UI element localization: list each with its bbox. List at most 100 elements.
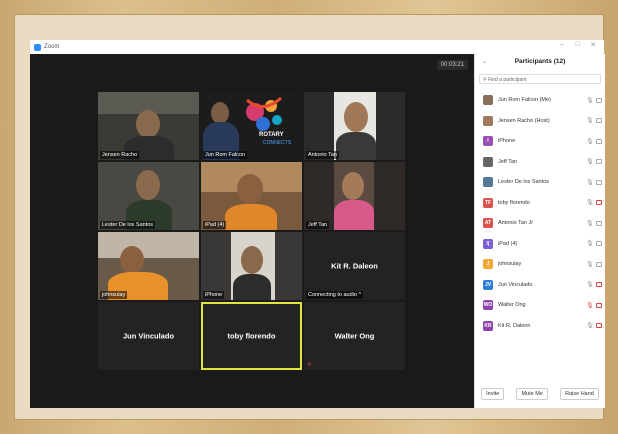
invite-button[interactable]: Invite: [481, 388, 505, 400]
gallery-view: 00:03:21 Jensen Racho ROTARY CONNECTS Ju…: [30, 54, 474, 408]
avatar: JV: [483, 279, 493, 290]
person-head: [211, 102, 229, 124]
avatar: J: [483, 259, 493, 270]
video-tile[interactable]: Jensen Racho: [98, 92, 199, 160]
participant-name: Walter Ong: [498, 302, 526, 309]
person-head: [344, 102, 368, 132]
camera-icon[interactable]: [596, 261, 602, 267]
mic-muted-icon: ✕: [307, 362, 313, 368]
maximize-icon[interactable]: □: [576, 41, 580, 48]
participant-name-label: iPad (4): [203, 221, 227, 229]
microphone-icon[interactable]: 🎙: [586, 281, 594, 288]
participant-name: toby florendo: [498, 199, 530, 206]
microphone-icon[interactable]: 🎙: [586, 220, 594, 227]
participant-name: Jeff Tan: [498, 158, 518, 165]
microphone-icon[interactable]: 🎙: [586, 158, 594, 165]
person-head: [342, 172, 364, 200]
participant-name: Antonio Tan Jr: [498, 220, 534, 227]
camera-icon[interactable]: [596, 138, 602, 144]
minimize-icon[interactable]: –: [560, 41, 564, 48]
participant-row[interactable]: I(iPad (4) 🎙: [475, 234, 605, 255]
raise-hand-button[interactable]: Raise Hand: [560, 388, 599, 400]
person-head: [120, 246, 144, 274]
logo-subtext: CONNECTS: [263, 140, 292, 146]
microphone-icon[interactable]: 🎙: [586, 261, 594, 268]
video-tile[interactable]: Jun Vinculado: [98, 302, 199, 370]
camera-icon[interactable]: [596, 118, 602, 124]
avatar: [483, 95, 493, 106]
close-icon[interactable]: ✕: [590, 41, 596, 49]
participant-row[interactable]: Jjohnsulay 🎙: [475, 254, 605, 275]
participant-row[interactable]: Lester De los Santos 🎙: [475, 172, 605, 193]
participant-row[interactable]: IiPhone 🎙: [475, 131, 605, 152]
participant-search-input[interactable]: ⚲ Find a participant: [479, 74, 601, 84]
avatar: KR: [483, 320, 493, 331]
person-body: [336, 132, 376, 160]
person-body: [233, 274, 271, 300]
avatar: WO: [483, 300, 493, 311]
camera-icon[interactable]: [596, 282, 602, 288]
participant-row[interactable]: Jeff Tan 🎙: [475, 152, 605, 173]
avatar: [483, 115, 493, 126]
video-tile[interactable]: ROTARY CONNECTS Jun Rom Falcon: [201, 92, 302, 160]
zoom-logo-icon: [34, 43, 41, 51]
video-tile[interactable]: johnsulay: [98, 232, 199, 300]
microphone-icon[interactable]: 🎙: [586, 138, 594, 145]
person-head: [241, 246, 263, 274]
video-tile[interactable]: Jeff Tan: [304, 162, 405, 230]
participant-name: Jun Vinculado: [498, 281, 533, 288]
camera-icon[interactable]: [596, 241, 602, 247]
avatar: I: [483, 136, 493, 147]
participant-row[interactable]: AT Antonio Tan Jr 🎙: [475, 213, 605, 234]
microphone-icon[interactable]: 🎙: [586, 199, 594, 206]
participant-row[interactable]: TF toby florendo 🎙: [475, 193, 605, 214]
meeting-timer: 00:03:21: [436, 60, 468, 70]
participant-name-label: Jun Rom Falcon: [203, 151, 248, 159]
camera-icon[interactable]: [596, 179, 602, 185]
microphone-icon[interactable]: 🎙: [586, 117, 594, 124]
participant-name: Jun Rom Falcon (Me): [498, 97, 551, 104]
person-head: [136, 170, 160, 200]
camera-icon[interactable]: [596, 200, 602, 206]
participant-display-name: Kit R. Daleon: [331, 261, 378, 271]
participant-name-label: Lester De los Santos: [100, 221, 156, 229]
participant-name: Kit R. Daleon: [498, 322, 531, 329]
window-title: Zoom: [44, 44, 60, 50]
microphone-icon[interactable]: 🎙: [586, 240, 594, 247]
chevron-up-icon: ^: [358, 292, 362, 298]
microphone-icon[interactable]: 🎙: [586, 97, 594, 104]
avatar: [483, 156, 493, 167]
camera-icon[interactable]: [596, 159, 602, 165]
mute-button[interactable]: Mute Me: [516, 388, 548, 400]
participant-row[interactable]: Jun Rom Falcon (Me) 🎙: [475, 90, 605, 111]
video-tile[interactable]: iPad (4): [201, 162, 302, 230]
participant-name-label: Jeff Tan: [306, 221, 330, 229]
video-tile[interactable]: Walter Ong ✕: [304, 302, 405, 370]
camera-icon[interactable]: [596, 323, 602, 329]
video-tile-active-speaker[interactable]: toby florendo: [201, 302, 302, 370]
participant-row[interactable]: WO Walter Ong 🎙: [475, 295, 605, 316]
camera-icon[interactable]: [596, 97, 602, 103]
participant-name: iPad (4): [498, 240, 518, 247]
person-body: [334, 200, 374, 230]
participant-name: iPhone: [498, 138, 516, 145]
microphone-icon[interactable]: 🎙: [586, 302, 594, 309]
microphone-icon[interactable]: 🎙: [586, 179, 594, 186]
video-tile[interactable]: Antonio Tan: [304, 92, 405, 160]
video-tile[interactable]: Lester De los Santos: [98, 162, 199, 230]
participant-display-name: toby florendo: [227, 331, 276, 341]
video-tile[interactable]: iPhone: [201, 232, 302, 300]
camera-icon[interactable]: [596, 220, 602, 226]
participant-row[interactable]: JV Jun Vinculado 🎙: [475, 275, 605, 296]
title-bar: Zoom – □ ✕: [30, 40, 604, 54]
participant-name: Jensen Racho (Host): [498, 117, 550, 124]
logo-text: ROTARY: [259, 132, 284, 138]
search-icon: ⚲: [483, 77, 487, 83]
camera-icon[interactable]: [596, 302, 602, 308]
participant-row[interactable]: KR Kit R. Daleon 🎙: [475, 316, 605, 337]
avatar: TF: [483, 197, 493, 208]
microphone-icon[interactable]: 🎙: [586, 322, 594, 329]
video-tile[interactable]: Kit R. Daleon Connecting to audio ^: [304, 232, 405, 300]
person-head: [136, 110, 160, 138]
participant-row[interactable]: Jensen Racho (Host) 🎙: [475, 111, 605, 132]
